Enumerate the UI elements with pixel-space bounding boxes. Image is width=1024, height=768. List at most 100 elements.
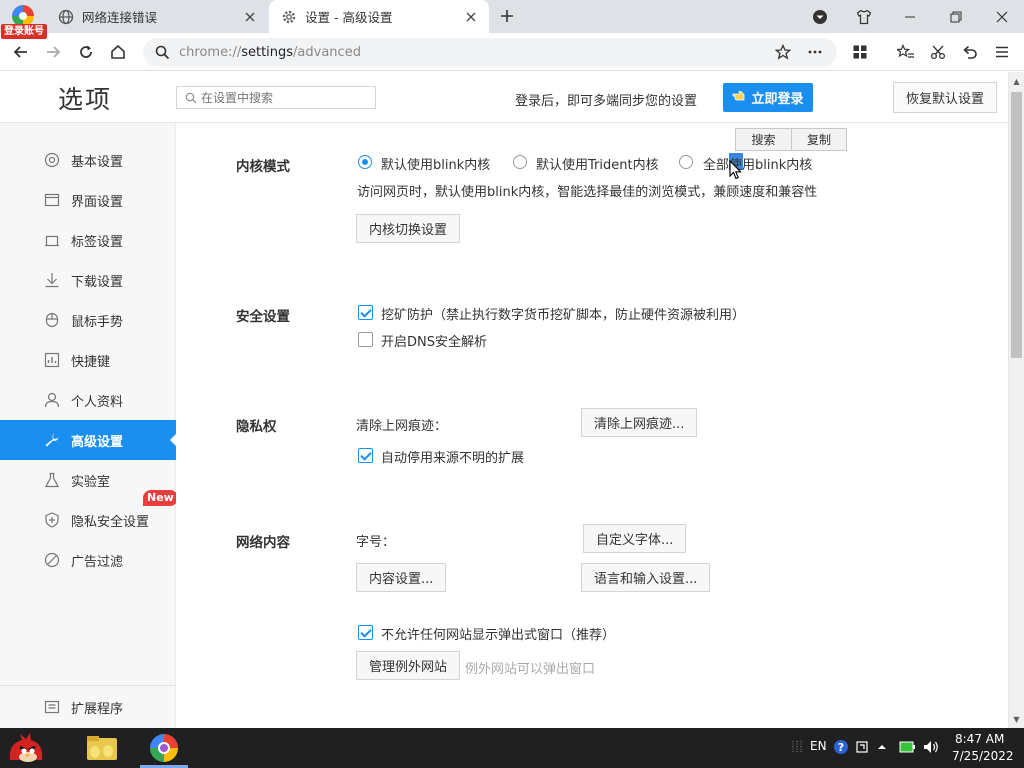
basic-settings-icon: [43, 151, 61, 169]
sidebar-item-label: 实验室: [71, 474, 111, 490]
forward-arrow-icon[interactable]: [42, 41, 64, 63]
sidebar-item-profile[interactable]: 个人资料: [0, 380, 176, 420]
section-title-kernel: 内核模式: [236, 159, 290, 175]
login-button-label: 立即登录: [751, 92, 804, 107]
desktop-peek-icon[interactable]: [788, 738, 806, 756]
sidebar-item-download[interactable]: 下载设置: [0, 260, 176, 300]
scroll-down-arrow-icon[interactable]: ▼: [1009, 712, 1024, 726]
radio-kernel-trident-default[interactable]: [513, 155, 527, 169]
restore-icon[interactable]: [936, 0, 976, 33]
battery-power-icon[interactable]: [898, 738, 916, 756]
radio-label: 默认使用blink内核: [381, 158, 491, 173]
angry-birds-app-icon[interactable]: [2, 730, 50, 766]
checkbox-block-popups[interactable]: [358, 625, 373, 640]
popup-search-button[interactable]: 搜索: [736, 129, 791, 150]
radio-kernel-blink-default[interactable]: [358, 155, 372, 169]
browser-toolbar: chrome://settings/advanced: [0, 33, 1024, 71]
kernel-description: 访问网页时，默认使用blink内核，智能选择最佳的浏览模式，兼顾速度和兼容性: [357, 185, 818, 200]
checkbox-auto-disable-extensions[interactable]: [358, 448, 373, 463]
new-badge: New: [143, 490, 178, 506]
sidebar-item-basic[interactable]: 基本设置: [0, 140, 176, 180]
sidebar-item-privacy-security[interactable]: 隐私安全设置: [0, 500, 176, 540]
bookmark-star-icon[interactable]: [774, 43, 792, 64]
login-now-button[interactable]: 立即登录: [723, 83, 813, 112]
scissors-icon[interactable]: [927, 41, 949, 63]
tab-network-error[interactable]: 网络连接错误: [46, 0, 268, 33]
scroll-up-arrow-icon[interactable]: ▲: [1009, 74, 1024, 88]
close-window-icon[interactable]: [982, 0, 1022, 33]
settings-sidebar: 基本设置 界面设置 标签设置 下载设置 鼠标手势 快捷键 个人资料 高级设置 实…: [0, 123, 176, 728]
clear-history-button[interactable]: 清除上网痕迹...: [581, 408, 698, 437]
search-icon: [155, 45, 170, 64]
globe-icon: [58, 9, 74, 25]
url-text: chrome://settings/advanced: [179, 45, 361, 60]
back-arrow-icon[interactable]: [10, 41, 32, 63]
settings-search-box[interactable]: [176, 86, 376, 109]
home-icon[interactable]: [107, 41, 129, 63]
volume-speaker-icon[interactable]: [922, 738, 940, 756]
apps-grid-icon[interactable]: [849, 41, 871, 63]
popup-copy-button[interactable]: 复制: [791, 129, 846, 150]
new-tab-plus-icon[interactable]: [497, 6, 517, 26]
settings-search-input[interactable]: [201, 90, 371, 105]
sidebar-item-advanced[interactable]: 高级设置: [0, 420, 176, 460]
close-icon[interactable]: [240, 7, 260, 27]
more-dots-icon[interactable]: [807, 44, 823, 64]
menu-hamburger-icon[interactable]: [991, 41, 1013, 63]
file-explorer-app-icon[interactable]: [78, 730, 126, 766]
language-input-settings-button[interactable]: 语言和输入设置...: [581, 563, 711, 592]
sidebar-item-extensions[interactable]: 扩展程序: [0, 687, 176, 727]
checkbox-dns-secure[interactable]: [358, 332, 373, 347]
checkbox-label: 开启DNS安全解析: [381, 335, 487, 350]
sync-hint-text: 登录后，即可多端同步您的设置: [515, 94, 698, 109]
font-size-label: 字号：: [356, 535, 396, 550]
taskbar-clock-date[interactable]: 7/25/2022: [952, 749, 1014, 763]
favorites-list-icon[interactable]: [895, 41, 917, 63]
manage-exceptions-button[interactable]: 管理例外网站: [356, 651, 461, 680]
sidebar-divider: [0, 685, 176, 686]
radio-label: 全部使用blink内核: [703, 158, 813, 173]
help-question-icon[interactable]: ?: [832, 738, 850, 756]
pointing-hand-icon: [732, 90, 748, 106]
sidebar-item-ad-filter[interactable]: 广告过滤: [0, 540, 176, 580]
shortcut-icon: [43, 351, 61, 369]
checkbox-mining-protection[interactable]: [358, 305, 373, 320]
page-title: 选项: [58, 85, 113, 114]
radio-kernel-all-blink[interactable]: [679, 155, 693, 169]
reload-icon[interactable]: [75, 41, 97, 63]
checkbox-label: 挖矿防护（禁止执行数字货币挖矿脚本，防止硬件资源被利用）: [381, 308, 746, 323]
svg-text:?: ?: [838, 741, 844, 754]
sidebar-item-interface[interactable]: 界面设置: [0, 180, 176, 220]
ime-settings-icon[interactable]: [853, 738, 871, 756]
custom-font-button[interactable]: 自定义字体...: [583, 524, 687, 553]
minimize-icon[interactable]: [890, 0, 930, 33]
reset-defaults-button[interactable]: 恢复默认设置: [893, 82, 997, 113]
sidebar-item-tabs[interactable]: 标签设置: [0, 220, 176, 260]
close-icon[interactable]: [461, 7, 481, 27]
content-settings-button[interactable]: 内容设置...: [356, 563, 447, 592]
browser-app-icon[interactable]: [140, 730, 188, 766]
scroll-thumb[interactable]: [1011, 92, 1022, 358]
tab-title: 网络连接错误: [82, 10, 158, 25]
sidebar-item-mouse-gestures[interactable]: 鼠标手势: [0, 300, 176, 340]
menu-dropdown-icon[interactable]: [800, 0, 840, 33]
download-icon: [43, 271, 61, 289]
address-bar[interactable]: chrome://settings/advanced: [143, 38, 837, 67]
mouse-icon: [43, 311, 61, 329]
skin-shirt-icon[interactable]: [844, 0, 884, 33]
tray-expand-arrow-icon[interactable]: [873, 738, 891, 756]
tab-strip: 登录账号 网络连接错误 设置 - 高级设置: [0, 0, 1024, 39]
kernel-switch-settings-button[interactable]: 内核切换设置: [356, 214, 461, 243]
undo-icon[interactable]: [959, 41, 981, 63]
section-title-privacy: 隐私权: [236, 419, 277, 435]
taskbar-clock-time[interactable]: 8:47 AM: [955, 732, 1004, 746]
input-language-indicator[interactable]: EN: [810, 739, 827, 753]
clear-history-label: 清除上网痕迹：: [356, 419, 448, 434]
checkbox-label: 自动停用来源不明的扩展: [381, 451, 525, 466]
login-account-badge[interactable]: 登录账号: [1, 24, 47, 39]
tab-settings[interactable]: 设置 - 高级设置: [269, 0, 489, 33]
sidebar-item-shortcuts[interactable]: 快捷键: [0, 340, 176, 380]
selection-popup: 搜索 复制: [735, 128, 847, 151]
page-scrollbar[interactable]: ▲ ▼: [1008, 72, 1024, 728]
sidebar-item-label: 标签设置: [71, 234, 124, 250]
